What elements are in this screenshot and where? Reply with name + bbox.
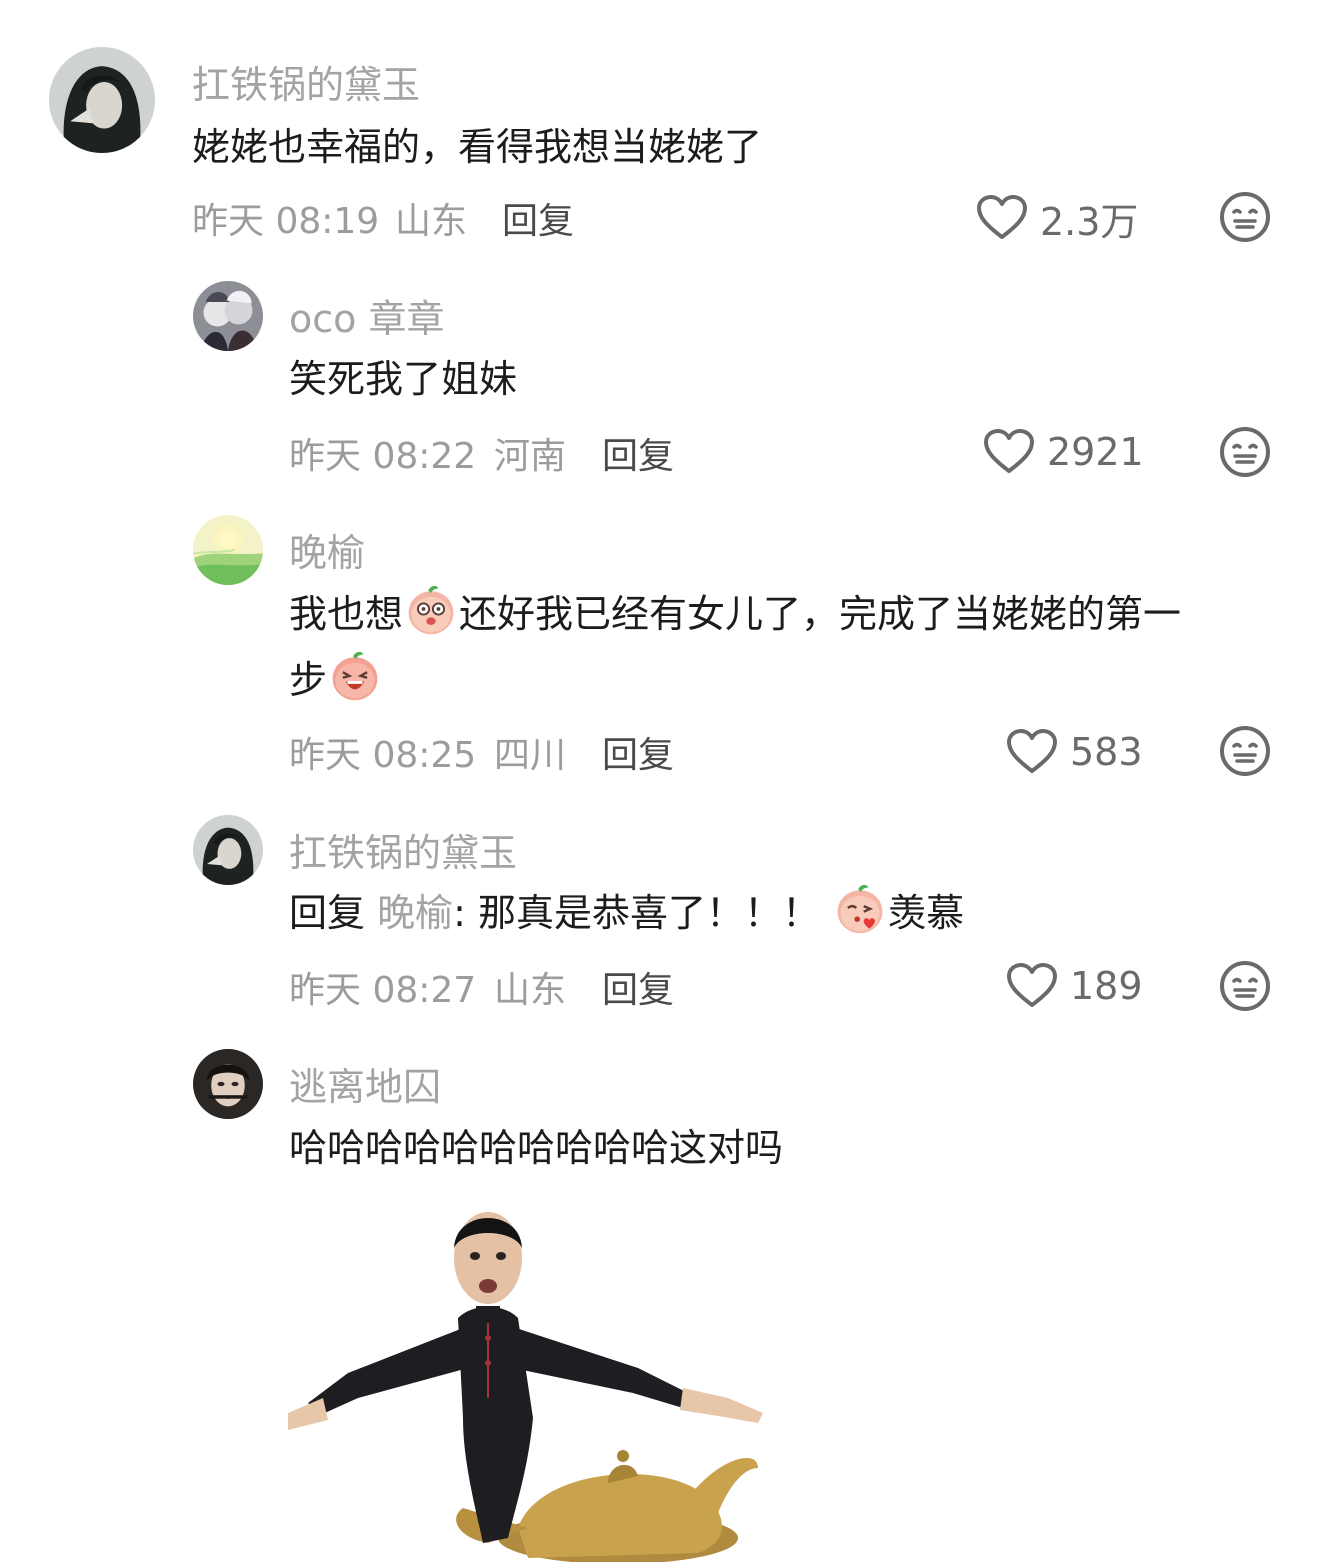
meh-face-icon[interactable] (1219, 191, 1271, 243)
username[interactable]: 扛铁锅的黛玉 (192, 54, 420, 109)
comment-time: 昨天 08:27 (289, 970, 477, 1011)
comment-location: 河南 (494, 436, 567, 477)
comment-text-part: : 那真是恭喜了！！！ (453, 891, 821, 935)
reply-button[interactable]: 回复 (602, 726, 674, 778)
comment-text: 笑死我了姐妹 (289, 357, 518, 401)
dark-haired-woman-avatar-image (49, 47, 155, 153)
reply-mention[interactable]: 晚榆 (377, 891, 453, 935)
meh-face-icon[interactable] (1219, 426, 1271, 478)
reply-button[interactable]: 回复 (502, 192, 574, 244)
reply-prefix: 回复 (289, 891, 366, 935)
peach-kiss-emoji-icon (832, 880, 888, 936)
like-count: 583 (1070, 730, 1143, 774)
comment-text: 姥姥也幸福的，看得我想当姥姥了 (192, 125, 763, 169)
meh-face-icon[interactable] (1219, 725, 1271, 777)
girl-portrait-avatar-image (193, 1049, 263, 1119)
reply-button[interactable]: 回复 (602, 961, 674, 1013)
emoji-caption: 羡慕 (888, 891, 965, 935)
like-count: 189 (1070, 964, 1143, 1008)
comment-text: 回复 晚榆: 那真是恭喜了！！！ 羡慕 (289, 880, 964, 946)
username[interactable]: 晚榆 (289, 522, 365, 577)
comment-time: 昨天 08:25 (289, 735, 477, 776)
reply-button[interactable]: 回复 (602, 427, 674, 479)
username[interactable]: 逃离地囚 (289, 1056, 441, 1111)
comment-time: 昨天 08:22 (289, 436, 477, 477)
avatar[interactable] (193, 515, 263, 585)
username[interactable]: oco 章章 (289, 288, 444, 343)
avatar[interactable] (193, 281, 263, 351)
comment-text: 哈哈哈哈哈哈哈哈哈哈这对吗 (289, 1126, 784, 1170)
comment-text-part: 我也想 (289, 592, 404, 636)
comment-location: 四川 (494, 735, 567, 776)
like-count: 2921 (1047, 430, 1144, 474)
comment-location: 山东 (395, 201, 468, 242)
comment-text-part: 步 (289, 658, 328, 702)
heart-outline-icon (1006, 729, 1058, 775)
comment-time: 昨天 08:19 (192, 201, 380, 242)
dark-haired-woman-avatar-image (193, 815, 263, 885)
comment-text-part: 还好我已经有女儿了，完成了当姥姥的第一 (459, 592, 1182, 636)
meh-face-icon[interactable] (1219, 960, 1271, 1012)
avatar[interactable] (193, 815, 263, 885)
genie-lamp-meme-sticker[interactable] (288, 1198, 768, 1562)
anime-pair-avatar-image (193, 281, 263, 351)
comment-location: 山东 (494, 970, 567, 1011)
like-button[interactable]: 189 (1006, 961, 1143, 1011)
avatar[interactable] (193, 1049, 263, 1119)
comment-text-line: 步 (289, 647, 383, 713)
peach-laugh-emoji-icon (327, 647, 383, 703)
heart-outline-icon (1006, 963, 1058, 1009)
like-button[interactable]: 583 (1006, 727, 1143, 777)
peach-shy-emoji-icon (403, 581, 459, 637)
comment-text: 我也想 还好我已经有女儿了，完成了当姥姥的第一 (289, 581, 1181, 647)
sunny-meadow-avatar-image (193, 515, 263, 585)
like-count: 2.3万 (1040, 199, 1139, 244)
heart-outline-icon (976, 195, 1028, 241)
username[interactable]: 扛铁锅的黛玉 (289, 822, 517, 877)
heart-outline-icon (983, 429, 1035, 475)
avatar[interactable] (49, 47, 155, 153)
like-button[interactable]: 2.3万 (976, 193, 1139, 244)
like-button[interactable]: 2921 (983, 427, 1144, 477)
